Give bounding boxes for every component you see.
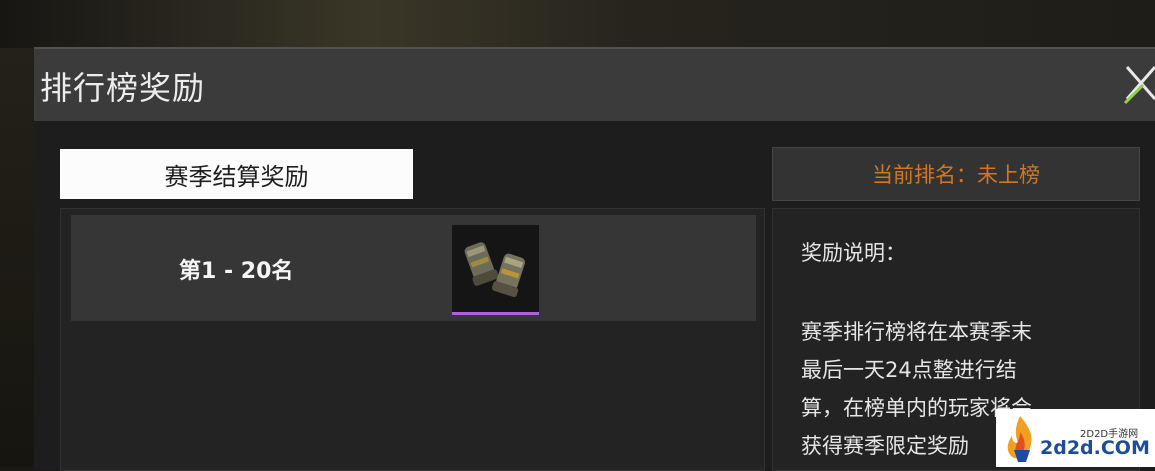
rarity-bar [452, 312, 539, 315]
dialog-title: 排行榜奖励 [40, 69, 206, 107]
game-background-left [0, 48, 34, 467]
reward-row: 第1 - 20名 [71, 215, 756, 321]
dialog-header: 排行榜奖励 [34, 49, 1155, 121]
current-rank-display: 当前排名：未上榜 [772, 147, 1140, 201]
rank-range-label: 第1 - 20名 [179, 259, 294, 284]
watermark-domain: 2d2d.COM [1040, 437, 1150, 459]
gauntlets-icon [464, 242, 526, 298]
close-button[interactable] [1121, 59, 1155, 111]
tab-season-rewards[interactable]: 赛季结算奖励 [60, 149, 413, 199]
current-rank-text: 当前排名：未上榜 [872, 163, 1040, 187]
game-background [0, 0, 1155, 48]
description-title: 奖励说明： [801, 241, 906, 265]
reward-list: 第1 - 20名 [60, 208, 765, 471]
leaderboard-rewards-dialog: 排行榜奖励 赛季结算奖励 当前排名：未上榜 第1 - 20名 奖励说明： 赛季排… [34, 47, 1155, 471]
close-icon [1123, 66, 1155, 105]
flame-logo-icon [1007, 416, 1032, 462]
site-watermark: 2D2D手游网 2d2d.COM [996, 409, 1155, 467]
reward-item-slot[interactable] [452, 225, 539, 315]
